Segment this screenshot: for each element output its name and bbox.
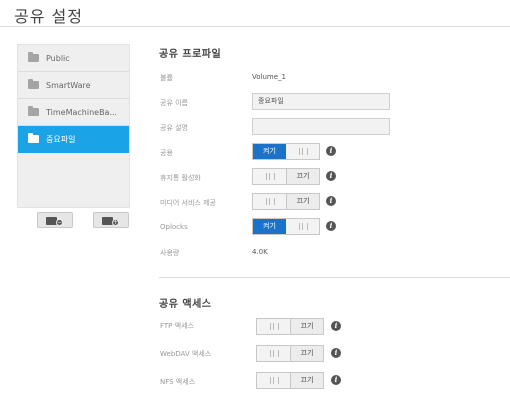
oplocks-toggle[interactable]: 켜기 xyxy=(252,218,320,235)
share-description-input[interactable] xyxy=(252,118,390,135)
info-icon[interactable]: i xyxy=(331,348,341,358)
remove-share-button[interactable]: − xyxy=(37,212,73,228)
toggle-off-label: 끄기 xyxy=(289,373,323,388)
share-item-smartware[interactable]: SmartWare xyxy=(18,72,129,99)
minus-icon: − xyxy=(56,219,63,226)
section-divider xyxy=(159,277,510,278)
page-title: 공유 설정 xyxy=(14,7,83,26)
share-name-label: 공유 이름 xyxy=(160,99,188,107)
info-icon[interactable]: i xyxy=(331,321,341,331)
folder-icon xyxy=(28,52,39,62)
recycle-bin-label: 휴지통 활성화 xyxy=(160,174,201,182)
toggle-grip xyxy=(286,144,319,159)
media-service-toggle[interactable]: 끄기 xyxy=(252,193,320,210)
toggle-grip xyxy=(257,319,290,334)
ftp-access-toggle[interactable]: 끄기 xyxy=(256,318,324,335)
toggle-grip xyxy=(257,346,290,361)
usage-value: 4.0K xyxy=(252,248,268,256)
add-share-button[interactable]: + xyxy=(93,212,129,228)
title-divider xyxy=(0,26,510,27)
info-icon[interactable]: i xyxy=(326,146,336,156)
info-icon[interactable]: i xyxy=(326,221,336,231)
info-icon[interactable]: i xyxy=(331,375,341,385)
public-label: 공용 xyxy=(160,149,173,157)
share-item-timemachine[interactable]: TimeMachineBa... xyxy=(18,99,129,126)
public-toggle[interactable]: 켜기 xyxy=(252,143,320,160)
share-item-label: SmartWare xyxy=(46,81,91,90)
plus-icon: + xyxy=(112,219,119,226)
toggle-off-label: 끄기 xyxy=(289,319,323,334)
toggle-grip xyxy=(286,219,319,234)
share-name-input[interactable]: 중요파일 xyxy=(252,93,390,110)
toggle-on-label: 켜기 xyxy=(253,219,286,234)
volume-label: 볼륨 xyxy=(160,74,173,82)
info-icon[interactable]: i xyxy=(326,171,336,181)
section-title-profile: 공유 프로파일 xyxy=(159,49,222,60)
folder-icon xyxy=(28,106,39,116)
folder-icon xyxy=(28,133,39,143)
share-list: Public SmartWare TimeMachineBa... 중요파일 xyxy=(17,44,130,208)
toggle-off-label: 끄기 xyxy=(285,194,319,209)
toggle-grip xyxy=(253,194,286,209)
webdav-access-label: WebDAV 액세스 xyxy=(160,350,212,358)
toggle-off-label: 끄기 xyxy=(289,346,323,361)
share-item-label: TimeMachineBa... xyxy=(46,108,118,117)
oplocks-label: Oplocks xyxy=(160,223,188,231)
toggle-grip xyxy=(257,373,290,388)
toggle-on-label: 켜기 xyxy=(253,144,286,159)
nfs-access-toggle[interactable]: 끄기 xyxy=(256,372,324,389)
media-service-label: 미디어 서비스 제공 xyxy=(160,199,216,207)
share-item-label: 중요파일 xyxy=(46,135,76,144)
usage-label: 사용량 xyxy=(160,249,180,257)
volume-value: Volume_1 xyxy=(252,73,286,81)
share-description-label: 공유 설명 xyxy=(160,124,188,132)
ftp-access-label: FTP 액세스 xyxy=(160,322,194,330)
recycle-bin-toggle[interactable]: 끄기 xyxy=(252,168,320,185)
toggle-off-label: 끄기 xyxy=(285,169,319,184)
webdav-access-toggle[interactable]: 끄기 xyxy=(256,345,324,362)
nfs-access-label: NFS 액세스 xyxy=(160,378,196,386)
section-title-access: 공유 액세스 xyxy=(159,299,212,310)
share-item-important-files[interactable]: 중요파일 xyxy=(18,126,129,153)
share-item-public[interactable]: Public xyxy=(18,45,129,72)
folder-icon xyxy=(28,79,39,89)
share-item-label: Public xyxy=(46,54,70,63)
toggle-grip xyxy=(253,169,286,184)
info-icon[interactable]: i xyxy=(326,196,336,206)
